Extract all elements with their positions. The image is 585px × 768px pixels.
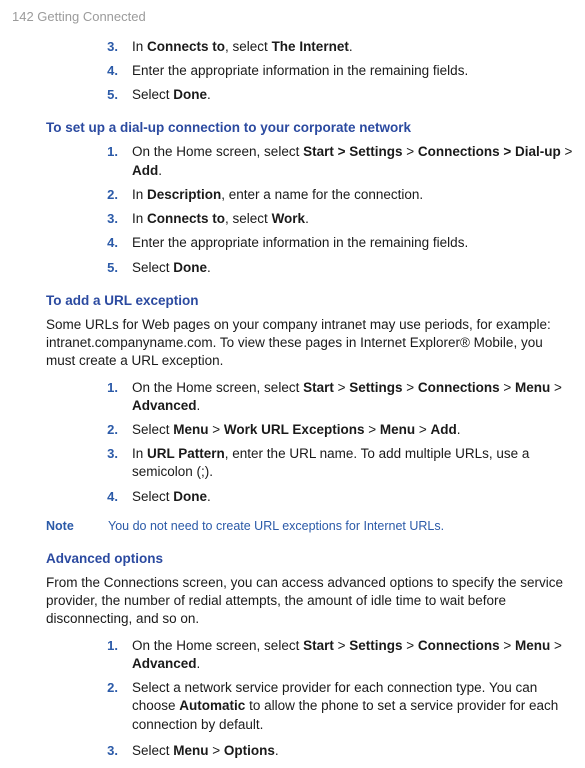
step-body: In URL Pattern, enter the URL name. To a… [132,445,573,481]
step-number: 5. [76,86,132,104]
note-label: Note [46,518,108,535]
step-body: On the Home screen, select Start > Setti… [132,379,573,415]
step-number: 3. [76,38,132,56]
step-body: Enter the appropriate information in the… [132,234,573,252]
step-body: Select Done. [132,86,573,104]
page-header: 142 Getting Connected [0,0,585,26]
section-heading: To set up a dial-up connection to your c… [46,119,573,137]
section-heading: Advanced options [46,550,573,568]
note-body: You do not need to create URL exceptions… [108,518,573,535]
step-body: Enter the appropriate information in the… [132,62,573,80]
page-content: 3. In Connects to, select The Internet. … [0,38,585,760]
step-number: 3. [76,742,132,760]
step-number: 2. [76,186,132,204]
step-number: 4. [76,488,132,506]
step-number: 2. [76,679,132,734]
note-block: Note You do not need to create URL excep… [46,518,573,535]
section-heading: To add a URL exception [46,292,573,310]
step-body: On the Home screen, select Start > Setti… [132,143,573,179]
step-body: Select Menu > Work URL Exceptions > Menu… [132,421,573,439]
step-number: 2. [76,421,132,439]
step-body: Select a network service provider for ea… [132,679,573,734]
section-intro: From the Connections screen, you can acc… [46,574,573,629]
step-number: 3. [76,445,132,481]
step-body: In Connects to, select Work. [132,210,573,228]
step-number: 1. [76,143,132,179]
step-number: 3. [76,210,132,228]
step-number: 4. [76,234,132,252]
step-number: 4. [76,62,132,80]
step-number: 1. [76,637,132,673]
step-body: Select Menu > Options. [132,742,573,760]
step-body: On the Home screen, select Start > Setti… [132,637,573,673]
step-body: In Connects to, select The Internet. [132,38,573,56]
step-number: 5. [76,259,132,277]
step-body: In Description, enter a name for the con… [132,186,573,204]
section-intro: Some URLs for Web pages on your company … [46,316,573,371]
step-body: Select Done. [132,488,573,506]
step-body: Select Done. [132,259,573,277]
step-number: 1. [76,379,132,415]
